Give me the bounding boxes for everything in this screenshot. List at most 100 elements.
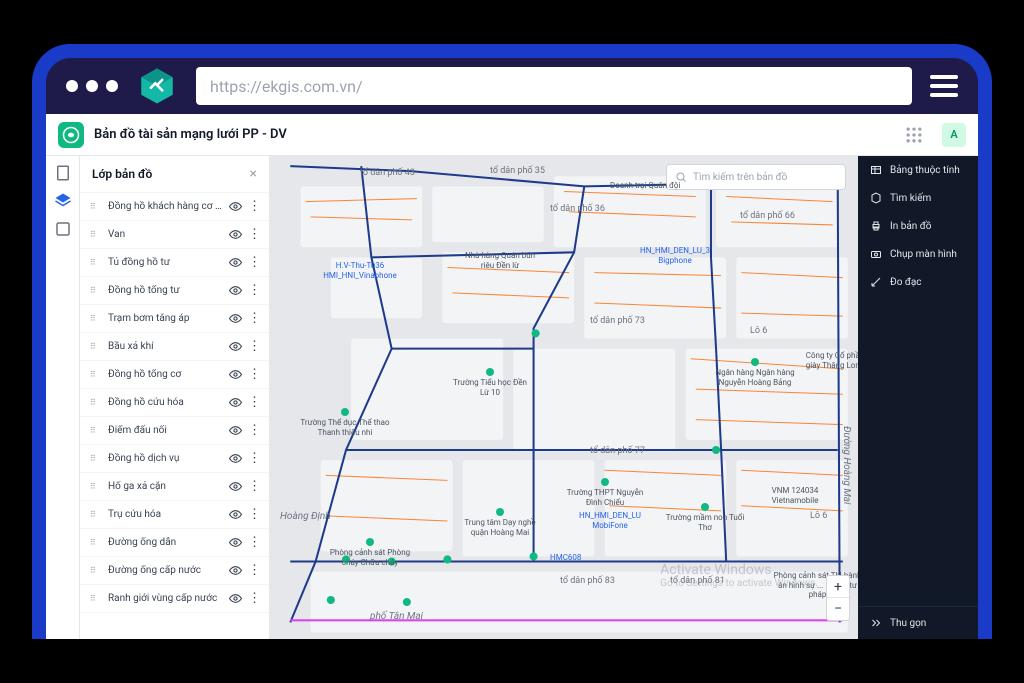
url-bar[interactable]: https://ekgis.com.vn/ xyxy=(196,67,912,105)
page-title: Bản đồ tài sản mạng lưới PP - DV xyxy=(94,127,287,142)
visibility-eye-icon[interactable] xyxy=(229,200,242,213)
zoom-in-button[interactable]: + xyxy=(827,576,849,598)
visibility-eye-icon[interactable] xyxy=(229,368,242,381)
visibility-eye-icon[interactable] xyxy=(229,564,242,577)
layer-name: Đồng hồ cứu hóa xyxy=(108,397,223,408)
apps-grid-icon[interactable] xyxy=(904,125,924,145)
rail-basemap-icon[interactable] xyxy=(54,220,72,238)
layers-panel: Lớp bản đồ × ⠿ Đồng hồ khách hàng cơ qua… xyxy=(80,156,270,639)
more-vertical-icon[interactable]: ⋮ xyxy=(248,480,259,493)
drag-handle-icon[interactable]: ⠿ xyxy=(90,454,102,463)
rail-layers-icon[interactable] xyxy=(54,192,72,210)
app-logo-icon xyxy=(58,122,84,148)
layer-name: Trạm bơm tăng áp xyxy=(108,313,223,324)
layer-name: Trụ cứu hóa xyxy=(108,509,223,520)
drag-handle-icon[interactable]: ⠿ xyxy=(90,230,102,239)
tool-measure[interactable]: Đo đạc xyxy=(858,268,978,296)
visibility-eye-icon[interactable] xyxy=(229,424,242,437)
layer-item[interactable]: ⠿ Bầu xả khí ⋮ xyxy=(80,333,269,361)
drag-handle-icon[interactable]: ⠿ xyxy=(90,566,102,575)
more-vertical-icon[interactable]: ⋮ xyxy=(248,228,259,241)
layer-item[interactable]: ⠿ Van ⋮ xyxy=(80,221,269,249)
layer-item[interactable]: ⠿ Đường ống cấp nước ⋮ xyxy=(80,557,269,585)
layer-item[interactable]: ⠿ Đồng hồ khách hàng cơ quan ⋮ xyxy=(80,193,269,221)
layer-name: Bầu xả khí xyxy=(108,341,223,352)
layer-item[interactable]: ⠿ Điểm đấu nối ⋮ xyxy=(80,417,269,445)
layer-item[interactable]: ⠿ Đường ống dẫn ⋮ xyxy=(80,529,269,557)
zoom-out-button[interactable]: − xyxy=(827,598,849,620)
more-vertical-icon[interactable]: ⋮ xyxy=(248,256,259,269)
more-vertical-icon[interactable]: ⋮ xyxy=(248,424,259,437)
drag-handle-icon[interactable]: ⠿ xyxy=(90,594,102,603)
layer-item[interactable]: ⠿ Trụ cứu hóa ⋮ xyxy=(80,501,269,529)
more-vertical-icon[interactable]: ⋮ xyxy=(248,368,259,381)
drag-handle-icon[interactable]: ⠿ xyxy=(90,342,102,351)
layer-name: Đường ống dẫn xyxy=(108,537,223,548)
more-vertical-icon[interactable]: ⋮ xyxy=(248,200,259,213)
drag-handle-icon[interactable]: ⠿ xyxy=(90,202,102,211)
drag-handle-icon[interactable]: ⠿ xyxy=(90,286,102,295)
layer-name: Đồng hồ khách hàng cơ quan xyxy=(108,201,223,212)
visibility-eye-icon[interactable] xyxy=(229,536,242,549)
layer-item[interactable]: ⠿ Trạm bơm tăng áp ⋮ xyxy=(80,305,269,333)
app-window: Bản đồ tài sản mạng lưới PP - DV A Lớp b… xyxy=(46,114,978,639)
more-vertical-icon[interactable]: ⋮ xyxy=(248,284,259,297)
visibility-eye-icon[interactable] xyxy=(229,256,242,269)
map-search-input[interactable]: Tìm kiếm trên bản đồ xyxy=(666,164,846,190)
visibility-eye-icon[interactable] xyxy=(229,452,242,465)
visibility-eye-icon[interactable] xyxy=(229,396,242,409)
tool-print[interactable]: In bản đồ xyxy=(858,212,978,240)
tool-attributes-table[interactable]: Bảng thuộc tính xyxy=(858,156,978,184)
close-icon[interactable]: × xyxy=(250,166,257,182)
drag-handle-icon[interactable]: ⠿ xyxy=(90,370,102,379)
visibility-eye-icon[interactable] xyxy=(229,312,242,325)
visibility-eye-icon[interactable] xyxy=(229,480,242,493)
tool-screenshot[interactable]: Chụp màn hình xyxy=(858,240,978,268)
layer-item[interactable]: ⠿ Đồng hồ tổng cơ ⋮ xyxy=(80,361,269,389)
tool-search[interactable]: Tìm kiếm xyxy=(858,184,978,212)
drag-handle-icon[interactable]: ⠿ xyxy=(90,510,102,519)
visibility-eye-icon[interactable] xyxy=(229,508,242,521)
layer-name: Đồng hồ dịch vụ xyxy=(108,453,223,464)
drag-handle-icon[interactable]: ⠿ xyxy=(90,482,102,491)
more-vertical-icon[interactable]: ⋮ xyxy=(248,564,259,577)
layer-item[interactable]: ⠿ Ranh giới vùng cấp nước ⋮ xyxy=(80,585,269,613)
layer-item[interactable]: ⠿ Hố ga xả cặn ⋮ xyxy=(80,473,269,501)
visibility-eye-icon[interactable] xyxy=(229,284,242,297)
layer-name: Hố ga xả cặn xyxy=(108,481,223,492)
more-vertical-icon[interactable]: ⋮ xyxy=(248,396,259,409)
layer-name: Đường ống cấp nước xyxy=(108,565,223,576)
map-canvas[interactable]: Tìm kiếm trên bản đồ tổ dân phố 43 tổ dâ… xyxy=(270,156,858,639)
user-avatar-badge[interactable]: A xyxy=(942,123,966,147)
left-rail xyxy=(46,156,80,639)
zoom-controls: + − xyxy=(826,575,850,621)
visibility-eye-icon[interactable] xyxy=(229,592,242,605)
drag-handle-icon[interactable]: ⠿ xyxy=(90,258,102,267)
more-vertical-icon[interactable]: ⋮ xyxy=(248,452,259,465)
drag-handle-icon[interactable]: ⠿ xyxy=(90,426,102,435)
layer-name: Đồng hồ tổng cơ xyxy=(108,369,223,380)
more-vertical-icon[interactable]: ⋮ xyxy=(248,592,259,605)
more-vertical-icon[interactable]: ⋮ xyxy=(248,508,259,521)
app-header: Bản đồ tài sản mạng lưới PP - DV A xyxy=(46,114,978,156)
more-vertical-icon[interactable]: ⋮ xyxy=(248,340,259,353)
drag-handle-icon[interactable]: ⠿ xyxy=(90,398,102,407)
drag-handle-icon[interactable]: ⠿ xyxy=(90,314,102,323)
layers-list: ⠿ Đồng hồ khách hàng cơ quan ⋮ ⠿ Van ⋮ ⠿… xyxy=(80,193,269,639)
visibility-eye-icon[interactable] xyxy=(229,228,242,241)
visibility-eye-icon[interactable] xyxy=(229,340,242,353)
device-frame: https://ekgis.com.vn/ Bản đồ tài sản mạn… xyxy=(32,44,992,639)
layer-item[interactable]: ⠿ Đồng hồ cứu hóa ⋮ xyxy=(80,389,269,417)
collapse-panel-button[interactable]: Thu gọn xyxy=(858,606,978,639)
more-vertical-icon[interactable]: ⋮ xyxy=(248,312,259,325)
layer-item[interactable]: ⠿ Tủ đồng hồ tư ⋮ xyxy=(80,249,269,277)
more-vertical-icon[interactable]: ⋮ xyxy=(248,536,259,549)
window-controls[interactable] xyxy=(66,80,118,92)
layer-item[interactable]: ⠿ Đồng hồ tổng tư ⋮ xyxy=(80,277,269,305)
layer-item[interactable]: ⠿ Đồng hồ dịch vụ ⋮ xyxy=(80,445,269,473)
hamburger-menu-icon[interactable] xyxy=(930,75,958,97)
rail-document-icon[interactable] xyxy=(54,164,72,182)
map-search-placeholder: Tìm kiếm trên bản đồ xyxy=(693,172,787,183)
drag-handle-icon[interactable]: ⠿ xyxy=(90,538,102,547)
right-tools-panel: Bảng thuộc tính Tìm kiếm In bản đồ Chụp … xyxy=(858,156,978,639)
